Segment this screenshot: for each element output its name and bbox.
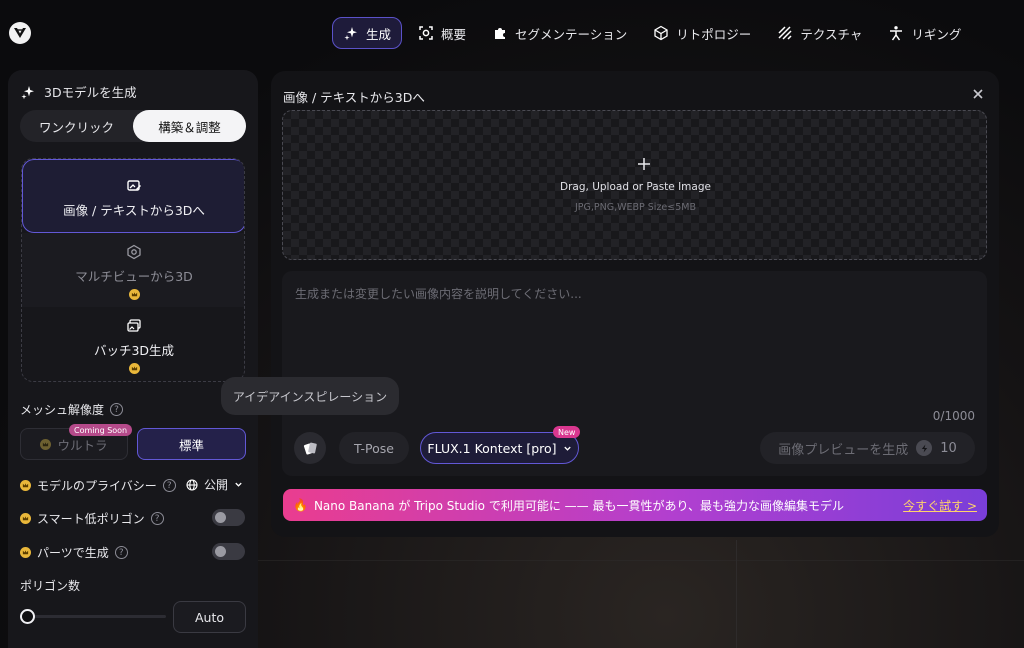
tab-label: テクスチャ xyxy=(800,26,863,42)
tab-label: セグメンテーション xyxy=(515,26,628,42)
ultra-label: ウルトラ xyxy=(57,437,108,453)
sparkle-icon xyxy=(21,85,34,99)
mesh-resolution-row: メッシュ解像度 ? xyxy=(20,401,124,418)
mode-label: マルチビューから3D xyxy=(75,269,193,284)
tpose-button[interactable]: T-Pose xyxy=(339,432,409,464)
plus-icon xyxy=(638,158,650,170)
panel-title: 3Dモデルを生成 xyxy=(20,82,137,101)
chevron-down-icon xyxy=(235,482,242,487)
prompt-textarea[interactable]: 生成または変更したい画像内容を説明してください... 0/1000 T-Pose… xyxy=(282,271,987,476)
coming-soon-badge: Coming Soon xyxy=(69,424,133,436)
mode-multiview-to-3d[interactable]: マルチビューから3D xyxy=(22,233,244,307)
banner-text: Nano Banana が Tripo Studio で利用可能に —— 最も一… xyxy=(313,498,844,513)
dropzone-instruction: Drag, Upload or Paste Image xyxy=(560,181,711,193)
privacy-row: モデルのプライバシー ? xyxy=(20,477,176,494)
figure-icon xyxy=(890,26,903,41)
polycount-slider-track[interactable] xyxy=(26,615,166,618)
generate-preview-button[interactable]: 画像プレビューを生成 10 xyxy=(760,432,975,464)
one-click-tab[interactable]: ワンクリック xyxy=(20,110,133,142)
parts-row: パーツで生成 ? xyxy=(20,544,128,561)
mode-label: 画像 / テキストから3Dへ xyxy=(63,203,205,218)
premium-crown-icon xyxy=(20,513,31,524)
cards-icon xyxy=(303,442,317,455)
image-upload-dropzone[interactable]: Drag, Upload or Paste Image JPG,PNG,WEBP… xyxy=(282,110,987,260)
inspiration-tooltip: アイデアインスピレーション xyxy=(221,377,399,415)
tab-overview[interactable]: 概要 xyxy=(408,17,476,49)
tab-segmentation[interactable]: セグメンテーション xyxy=(482,17,637,49)
globe-icon xyxy=(186,478,198,491)
premium-crown-icon xyxy=(128,289,140,300)
tab-rigging[interactable]: リギング xyxy=(878,17,971,49)
fire-icon: 🔥 xyxy=(293,498,308,512)
tab-label: 生成 xyxy=(366,26,392,42)
generation-settings-panel: 3Dモデルを生成 ワンクリック 構築＆調整 画像 / テキストから3Dへ マルチ… xyxy=(8,70,258,648)
smart-lowpoly-row: スマート低ポリゴン ? xyxy=(20,510,164,527)
stripes-icon xyxy=(778,26,792,40)
polycount-slider-handle[interactable] xyxy=(20,609,35,624)
resolution-standard-button[interactable]: 標準 xyxy=(137,428,246,460)
character-counter: 0/1000 xyxy=(932,409,975,423)
mode-label: バッチ3D生成 xyxy=(93,343,175,358)
try-now-link[interactable]: 今すぐ試す > xyxy=(903,497,977,514)
parts-label: パーツで生成 xyxy=(37,546,109,560)
top-navigation: 生成 概要 セグメンテーション リトポロジー テクスチャ リギング xyxy=(0,0,1024,64)
mode-image-text-to-3d[interactable]: 画像 / テキストから3Dへ xyxy=(22,159,244,233)
tab-generate[interactable]: 生成 xyxy=(332,17,403,49)
mesh-resolution-label: メッシュ解像度 xyxy=(20,403,105,417)
sparkle-icon xyxy=(344,27,357,41)
image-text-to-3d-panel: 画像 / テキストから3Dへ Drag, Upload or Paste Ima… xyxy=(271,71,999,537)
help-icon[interactable]: ? xyxy=(114,546,128,559)
mode-segmented-control: ワンクリック 構築＆調整 xyxy=(20,110,246,142)
floor-grid-line xyxy=(736,540,737,648)
help-icon[interactable]: ? xyxy=(162,479,176,492)
images-icon xyxy=(127,319,141,332)
build-adjust-tab[interactable]: 構築＆調整 xyxy=(133,110,246,142)
multiview-icon xyxy=(127,244,141,260)
premium-crown-icon xyxy=(128,363,140,374)
new-badge: New xyxy=(553,426,581,438)
generate-cost: 10 xyxy=(940,440,957,456)
tab-texture[interactable]: テクスチャ xyxy=(767,17,872,49)
parts-toggle[interactable] xyxy=(212,543,245,560)
smart-lowpoly-toggle[interactable] xyxy=(212,509,245,526)
tab-label: 概要 xyxy=(441,26,467,42)
premium-crown-icon xyxy=(20,547,31,558)
tab-label: リギング xyxy=(911,26,962,42)
generate-label: 画像プレビューを生成 xyxy=(778,442,909,458)
prompt-placeholder: 生成または変更したい画像内容を説明してください... xyxy=(295,287,582,301)
logo-icon[interactable] xyxy=(9,22,31,44)
panel-title-text: 3Dモデルを生成 xyxy=(44,85,137,100)
privacy-value: 公開 xyxy=(204,478,229,492)
privacy-label: モデルのプライバシー xyxy=(37,479,157,493)
privacy-dropdown[interactable]: 公開 xyxy=(186,476,243,493)
puzzle-icon xyxy=(495,28,506,39)
smart-lowpoly-label: スマート低ポリゴン xyxy=(37,512,145,526)
mode-tabs: 生成 概要 セグメンテーション リトポロジー テクスチャ リギング xyxy=(332,17,977,49)
promo-banner[interactable]: 🔥 Nano Banana が Tripo Studio で利用可能に —— 最… xyxy=(283,489,987,521)
premium-crown-icon xyxy=(40,438,52,450)
floor-grid-line xyxy=(258,560,1024,561)
close-icon[interactable] xyxy=(971,87,985,101)
help-icon[interactable]: ? xyxy=(150,512,164,525)
frame-icon xyxy=(419,26,433,40)
mode-batch-3d[interactable]: バッチ3D生成 xyxy=(22,307,244,381)
panel-title: 画像 / テキストから3Dへ xyxy=(283,90,425,105)
tab-retopology[interactable]: リトポロジー xyxy=(643,17,761,49)
inspiration-button[interactable] xyxy=(294,432,326,464)
chevron-down-icon xyxy=(563,446,571,451)
cube-icon xyxy=(654,25,668,41)
credit-bolt-icon xyxy=(916,440,933,456)
image-edit-icon xyxy=(127,180,141,191)
premium-crown-icon xyxy=(20,480,31,491)
generation-mode-list: 画像 / テキストから3Dへ マルチビューから3D バッチ3D生成 xyxy=(21,158,245,382)
dropzone-file-hint: JPG,PNG,WEBP Size≤5MB xyxy=(574,202,696,213)
tab-label: リトポロジー xyxy=(676,26,752,42)
polycount-auto-input[interactable]: Auto xyxy=(173,601,246,633)
model-label: FLUX.1 Kontext [pro] xyxy=(427,440,557,456)
help-icon[interactable]: ? xyxy=(110,403,124,416)
polycount-label: ポリゴン数 xyxy=(20,579,81,593)
